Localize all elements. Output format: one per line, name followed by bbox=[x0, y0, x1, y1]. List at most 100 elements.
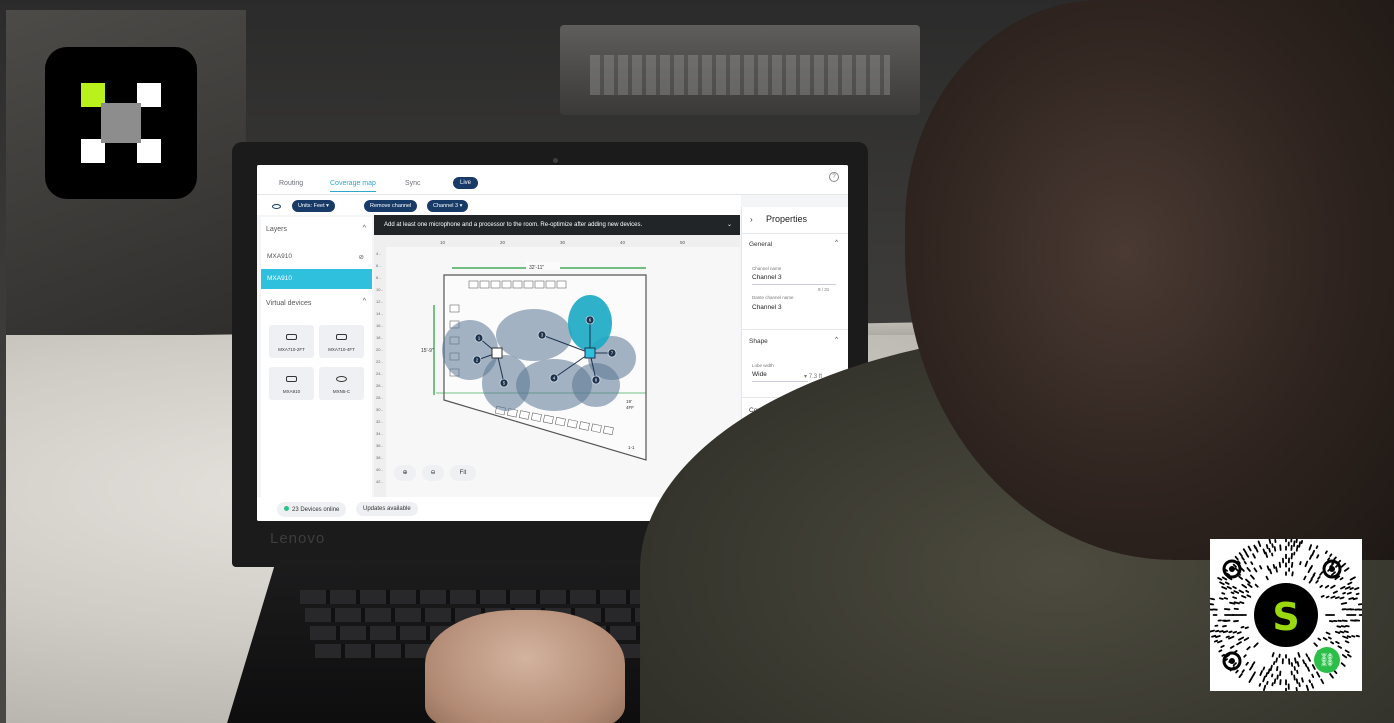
lobe-node[interactable]: 2 bbox=[472, 355, 482, 365]
processor-device[interactable] bbox=[491, 347, 503, 359]
qr-dash bbox=[1232, 563, 1237, 568]
qr-dash bbox=[1241, 669, 1245, 674]
layer-item[interactable]: MXA910 ⊘ bbox=[261, 247, 372, 267]
qr-dash bbox=[1221, 586, 1228, 590]
qr-dash bbox=[1233, 590, 1240, 594]
lobe-node[interactable]: 8 bbox=[591, 375, 601, 385]
chevron-right-icon[interactable]: › bbox=[750, 215, 753, 224]
zoom-out-button[interactable]: ⊖ bbox=[422, 465, 444, 481]
qr-dash bbox=[1226, 585, 1232, 590]
qr-dash bbox=[1295, 678, 1299, 684]
chevron-up-icon[interactable]: ^ bbox=[835, 337, 838, 343]
live-button[interactable]: Live bbox=[453, 177, 479, 189]
device-card-mxa710-4ft[interactable]: MXA710-4FT bbox=[319, 325, 364, 358]
qr-dash bbox=[1340, 662, 1346, 667]
lobe-node[interactable]: 5 bbox=[499, 378, 509, 388]
device-card-mxn5-c[interactable]: MXN5-C bbox=[319, 367, 364, 400]
qr-dash bbox=[1221, 653, 1225, 657]
qr-dash bbox=[1218, 630, 1224, 633]
height-dimension-label: 15'-9" bbox=[421, 348, 434, 354]
chevron-down-icon[interactable]: ⌄ bbox=[727, 221, 732, 228]
lobe-node[interactable]: 7 bbox=[607, 348, 617, 358]
qr-dash bbox=[1347, 653, 1352, 658]
qr-dash bbox=[1306, 666, 1311, 672]
linear-array-icon bbox=[336, 334, 347, 340]
qr-dash bbox=[1295, 544, 1299, 552]
chevron-up-icon[interactable]: ^ bbox=[363, 225, 366, 232]
general-section-header[interactable]: General bbox=[749, 241, 772, 248]
qr-dash bbox=[1245, 552, 1250, 558]
qr-dash bbox=[1241, 594, 1247, 599]
channel-dropdown[interactable]: Channel 3 ▾ bbox=[427, 200, 469, 212]
qr-dash bbox=[1218, 649, 1223, 653]
qr-dash bbox=[1324, 584, 1330, 589]
speaker-icon bbox=[336, 376, 347, 382]
device-card-mxa910[interactable]: MXA910 bbox=[269, 367, 314, 400]
channel-name-field[interactable]: Channel 3 bbox=[752, 274, 782, 281]
selected-microphone-device[interactable] bbox=[584, 347, 596, 359]
qr-dash bbox=[1316, 554, 1320, 559]
fit-button[interactable]: Fit bbox=[450, 465, 476, 481]
ruler-tick-label: 10 bbox=[440, 240, 446, 245]
lobe-node[interactable]: 6 bbox=[585, 315, 595, 325]
remove-channel-button[interactable]: Remove channel bbox=[364, 200, 418, 212]
qr-dash bbox=[1309, 564, 1313, 570]
zoom-in-button[interactable]: ⊕ bbox=[394, 465, 416, 481]
qr-dash bbox=[1293, 674, 1296, 681]
qr-dash bbox=[1344, 649, 1350, 654]
properties-title: Properties bbox=[766, 214, 808, 224]
shape-section-header[interactable]: Shape bbox=[749, 338, 768, 345]
qr-dash bbox=[1339, 596, 1345, 600]
coverage-map-canvas[interactable]: 10 20 30 40 50 4 - 6 - 8 - 10 - 12 - 14 - 16 -… bbox=[374, 235, 740, 497]
qr-dash bbox=[1268, 537, 1272, 544]
qr-code[interactable]: S ⛓ bbox=[1207, 536, 1364, 693]
eye-off-icon[interactable] bbox=[272, 204, 281, 209]
lobe-node[interactable]: 1 bbox=[474, 333, 484, 343]
lobe-width-select[interactable]: Wide bbox=[752, 371, 767, 378]
qr-dash bbox=[1297, 652, 1301, 658]
channel-name-label: Channel name bbox=[752, 266, 782, 271]
qr-dash bbox=[1245, 661, 1249, 666]
devices-online-badge[interactable]: 23 Devices online bbox=[277, 502, 347, 517]
chevron-up-icon[interactable]: ^ bbox=[363, 298, 366, 305]
qr-dash bbox=[1245, 578, 1251, 584]
qr-dash bbox=[1320, 594, 1325, 598]
lobe-node[interactable]: 3 bbox=[537, 330, 547, 340]
qr-dash bbox=[1330, 584, 1336, 589]
tab-routing[interactable]: Routing bbox=[279, 180, 303, 187]
qr-dash bbox=[1349, 576, 1356, 581]
qr-dash bbox=[1266, 565, 1270, 571]
qr-dash bbox=[1275, 566, 1278, 573]
qr-dash bbox=[1252, 553, 1256, 559]
device-card-mxa710-2ft[interactable]: MXA710-2FT bbox=[269, 325, 314, 358]
qr-dash bbox=[1244, 626, 1249, 630]
qr-dash bbox=[1240, 567, 1245, 572]
qr-dash bbox=[1229, 601, 1236, 605]
layer-item-selected[interactable]: MXA910 bbox=[261, 269, 372, 289]
qr-dash bbox=[1265, 544, 1269, 549]
qr-dash bbox=[1308, 679, 1312, 684]
qr-dash bbox=[1225, 635, 1230, 639]
qr-dash bbox=[1293, 540, 1296, 547]
field-underline bbox=[752, 284, 836, 285]
lobe-node[interactable]: 4 bbox=[549, 373, 559, 383]
qr-dash bbox=[1247, 545, 1252, 552]
updates-available-button[interactable]: Updates available bbox=[356, 502, 418, 516]
tab-coverage-map[interactable]: Coverage map bbox=[330, 180, 376, 192]
ceiling-array-icon bbox=[286, 376, 297, 382]
chevron-up-icon[interactable]: ^ bbox=[835, 240, 838, 246]
ruler-tick-label: 16 - bbox=[376, 323, 384, 328]
qr-dash bbox=[1355, 634, 1360, 638]
chair bbox=[479, 280, 490, 289]
qr-dash bbox=[1238, 673, 1243, 678]
qr-dash bbox=[1304, 560, 1309, 568]
help-icon[interactable]: ? bbox=[829, 172, 839, 182]
tab-sync[interactable]: Sync bbox=[405, 180, 421, 187]
eye-off-icon[interactable]: ⊘ bbox=[359, 253, 364, 261]
chair bbox=[523, 280, 534, 289]
qr-dash bbox=[1236, 631, 1242, 635]
qr-dash bbox=[1246, 567, 1251, 572]
ruler-tick-label: 28 - bbox=[376, 395, 384, 400]
units-dropdown[interactable]: Units: Feet ▾ bbox=[292, 200, 335, 212]
zoom-in-icon: ⊕ bbox=[402, 470, 408, 476]
